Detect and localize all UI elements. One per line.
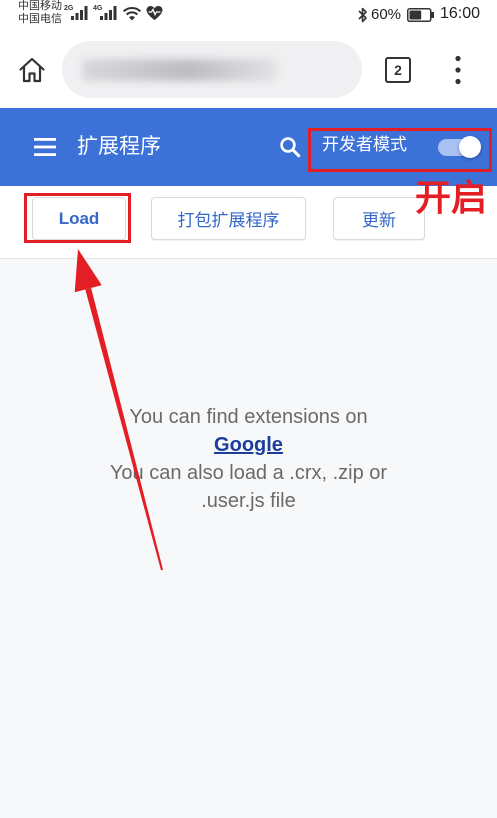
battery-icon: [407, 8, 434, 22]
pack-extension-button[interactable]: 打包扩展程序: [151, 197, 306, 240]
carrier-name-top: 中国移动: [18, 0, 62, 12]
search-icon[interactable]: [279, 136, 301, 158]
carrier-name-bottom: 中国电信: [18, 13, 62, 25]
wifi-icon: [122, 7, 142, 21]
address-bar[interactable]: [62, 41, 362, 98]
annotation-highlight-developer-mode: [308, 128, 492, 172]
annotation-highlight-load-button: [24, 193, 131, 243]
menu-icon[interactable]: [34, 138, 56, 156]
empty-state-line1: You can find extensions on: [129, 406, 368, 428]
signal-icon: [100, 6, 117, 20]
empty-state-line2: You can also load a .crx, .zip or: [109, 462, 388, 484]
status-bar: 中国移动 中国电信 2G 4G 60% 16:00: [0, 0, 497, 30]
empty-state-message: You can find extensions on Google You ca…: [0, 403, 497, 515]
empty-state-line3: .user.js file: [201, 490, 296, 512]
signal-icon: [71, 6, 88, 20]
battery-percent: 60%: [371, 6, 402, 23]
heart-rate-icon: [146, 6, 163, 20]
more-vert-icon[interactable]: [455, 55, 461, 85]
tab-count-icon[interactable]: 2: [385, 57, 411, 83]
annotation-callout-text: 开启: [415, 177, 488, 218]
address-bar-blurred-url: [82, 59, 277, 81]
page-title: 扩展程序: [77, 135, 161, 158]
bluetooth-icon: [358, 7, 367, 23]
google-link[interactable]: Google: [214, 434, 283, 456]
home-icon[interactable]: [17, 55, 47, 85]
clock-time: 16:00: [440, 5, 481, 22]
update-button[interactable]: 更新: [333, 197, 425, 240]
extensions-list-area: [0, 259, 497, 818]
